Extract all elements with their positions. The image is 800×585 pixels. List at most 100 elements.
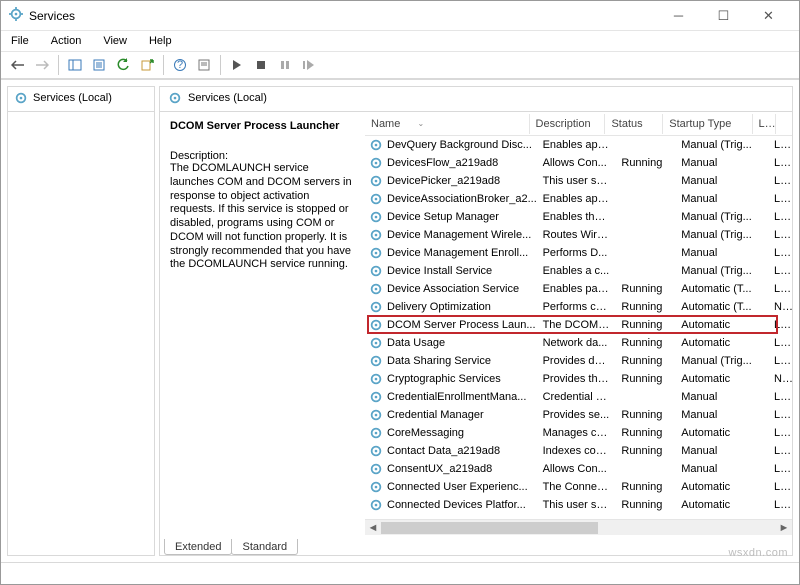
gear-icon: [369, 318, 383, 332]
service-row[interactable]: Cryptographic ServicesProvides thr...Run…: [365, 370, 792, 388]
service-row[interactable]: DevQuery Background Disc...Enables app..…: [365, 136, 792, 154]
gear-icon: [168, 91, 182, 105]
restart-service-button[interactable]: [298, 54, 320, 76]
back-button[interactable]: [7, 54, 29, 76]
menu-file[interactable]: File: [7, 33, 33, 49]
col-description[interactable]: Description: [530, 114, 606, 134]
service-logon: Lo: [768, 499, 792, 511]
tab-extended[interactable]: Extended: [164, 539, 232, 555]
gear-icon: [369, 336, 383, 350]
gear-icon: [14, 91, 28, 105]
service-name: DCOM Server Process Laun...: [387, 319, 536, 331]
service-startup-type: Automatic (T...: [675, 283, 768, 295]
service-logon: Lo: [768, 229, 792, 241]
service-row[interactable]: ConsentUX_a219ad8Allows Con...ManualLo: [365, 460, 792, 478]
service-row[interactable]: Connected Devices Platfor...This user se…: [365, 496, 792, 514]
service-row[interactable]: Device Setup ManagerEnables the ...Manua…: [365, 208, 792, 226]
tree-root-item[interactable]: Services (Local): [8, 87, 154, 112]
stop-service-button[interactable]: [250, 54, 272, 76]
service-row[interactable]: CoreMessagingManages co...RunningAutomat…: [365, 424, 792, 442]
gear-icon: [369, 174, 383, 188]
maximize-button[interactable]: ☐: [701, 1, 746, 31]
service-startup-type: Automatic: [675, 373, 768, 385]
service-row[interactable]: Data Sharing ServiceProvides da...Runnin…: [365, 352, 792, 370]
service-logon: Lo: [768, 211, 792, 223]
export-button[interactable]: [136, 54, 158, 76]
service-name: Contact Data_a219ad8: [387, 445, 500, 457]
close-button[interactable]: ✕: [746, 1, 791, 31]
details-pane: DCOM Server Process Launcher Description…: [160, 112, 365, 535]
minimize-button[interactable]: ─: [656, 1, 701, 31]
service-row[interactable]: Connected User Experienc...The Connec...…: [365, 478, 792, 496]
tab-standard[interactable]: Standard: [231, 539, 298, 555]
scroll-left-icon[interactable]: ◄: [365, 522, 381, 534]
service-logon: Lo: [768, 355, 792, 367]
service-name: Connected Devices Platfor...: [387, 499, 526, 511]
service-startup-type: Automatic: [675, 481, 768, 493]
gear-icon: [369, 372, 383, 386]
service-row[interactable]: DevicePicker_a219ad8This user ser...Manu…: [365, 172, 792, 190]
service-name: Delivery Optimization: [387, 301, 491, 313]
toolbar-separator: [58, 55, 59, 75]
gear-icon: [369, 462, 383, 476]
menu-action[interactable]: Action: [47, 33, 86, 49]
service-startup-type: Automatic: [675, 499, 768, 511]
service-logon: Lo: [768, 283, 792, 295]
service-row[interactable]: Credential ManagerProvides se...RunningM…: [365, 406, 792, 424]
service-description: Provides da...: [537, 355, 616, 367]
service-description: Manages co...: [537, 427, 616, 439]
service-row[interactable]: Device Association ServiceEnables pair..…: [365, 280, 792, 298]
service-startup-type: Manual: [675, 445, 768, 457]
col-name[interactable]: Name ⌄: [365, 114, 530, 134]
service-row[interactable]: Data UsageNetwork da...RunningAutomaticL…: [365, 334, 792, 352]
start-service-button[interactable]: [226, 54, 248, 76]
service-row[interactable]: CredentialEnrollmentMana...Credential E.…: [365, 388, 792, 406]
service-description: Performs co...: [537, 301, 616, 313]
service-row[interactable]: DCOM Server Process Laun...The DCOML...R…: [365, 316, 792, 334]
col-status[interactable]: Status: [605, 114, 663, 134]
service-status: Running: [615, 337, 675, 349]
service-logon: Lo: [768, 265, 792, 277]
scroll-right-icon[interactable]: ►: [776, 522, 792, 534]
column-headers: Name ⌄ Description Status Startup Type L…: [365, 112, 792, 136]
description-label: Description:: [170, 150, 355, 162]
service-logon: Lo: [768, 337, 792, 349]
service-row[interactable]: Device Management Wirele...Routes Wire..…: [365, 226, 792, 244]
scroll-thumb[interactable]: [381, 522, 598, 534]
service-status: Running: [615, 409, 675, 421]
refresh-button[interactable]: [112, 54, 134, 76]
service-startup-type: Manual: [675, 409, 768, 421]
service-startup-type: Manual: [675, 193, 768, 205]
service-row[interactable]: DevicesFlow_a219ad8Allows Con...RunningM…: [365, 154, 792, 172]
service-name: CredentialEnrollmentMana...: [387, 391, 526, 403]
service-startup-type: Manual: [675, 175, 768, 187]
menu-view[interactable]: View: [99, 33, 131, 49]
service-description: Routes Wire...: [537, 229, 616, 241]
help-button[interactable]: ?: [169, 54, 191, 76]
service-logon: Lo: [768, 481, 792, 493]
scroll-track[interactable]: [381, 520, 776, 536]
properties-button-2[interactable]: [193, 54, 215, 76]
service-row[interactable]: DeviceAssociationBroker_a2...Enables app…: [365, 190, 792, 208]
service-description: Enables app...: [537, 139, 616, 151]
service-description: The Connec...: [537, 481, 616, 493]
gear-icon: [369, 156, 383, 170]
service-row[interactable]: Contact Data_a219ad8Indexes con...Runnin…: [365, 442, 792, 460]
service-description: Enables pair...: [537, 283, 616, 295]
menu-help[interactable]: Help: [145, 33, 176, 49]
pause-service-button[interactable]: [274, 54, 296, 76]
service-name: Device Setup Manager: [387, 211, 499, 223]
service-status: Running: [615, 373, 675, 385]
service-row[interactable]: Device Management Enroll...Performs D...…: [365, 244, 792, 262]
properties-button[interactable]: [88, 54, 110, 76]
service-row[interactable]: Device Install ServiceEnables a c...Manu…: [365, 262, 792, 280]
gear-icon: [369, 408, 383, 422]
service-startup-type: Manual (Trig...: [675, 265, 768, 277]
horizontal-scrollbar[interactable]: ◄ ►: [365, 519, 792, 535]
tree-pane: Services (Local): [7, 86, 155, 556]
col-logon[interactable]: Lo: [753, 114, 776, 134]
forward-button[interactable]: [31, 54, 53, 76]
col-startup-type[interactable]: Startup Type: [663, 114, 752, 134]
service-row[interactable]: Delivery OptimizationPerforms co...Runni…: [365, 298, 792, 316]
show-hide-tree-button[interactable]: [64, 54, 86, 76]
